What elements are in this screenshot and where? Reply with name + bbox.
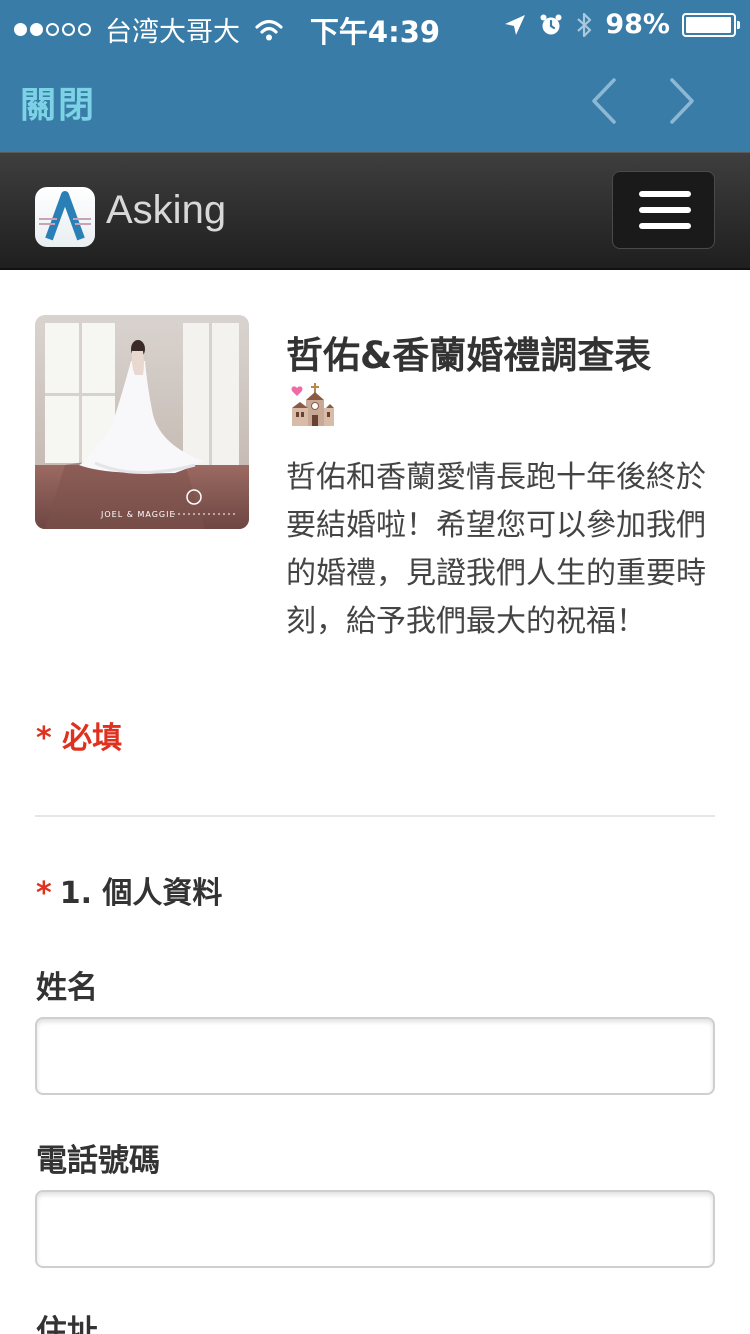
divider <box>35 815 715 817</box>
battery-percent: 98% <box>605 9 670 40</box>
wedding-church-icon <box>291 383 334 426</box>
browser-nav-row: 關閉 <box>0 52 750 152</box>
back-arrow-icon[interactable] <box>584 76 624 126</box>
location-arrow-icon <box>505 14 526 35</box>
close-button[interactable]: 關閉 <box>20 76 96 128</box>
field-label-phone: 電話號碼 <box>36 1143 160 1179</box>
alarm-icon <box>540 14 562 34</box>
name-input[interactable] <box>35 1017 715 1095</box>
field-label-name: 姓名 <box>36 970 98 1006</box>
survey-description: 哲佑和香蘭愛情長跑十年後終於要結婚啦！希望您可以參加我們的婚禮，見證我們人生的重… <box>286 460 706 639</box>
required-note: * 必填 <box>36 721 123 756</box>
asking-logo-icon <box>39 191 91 241</box>
forward-arrow-icon[interactable] <box>662 76 702 126</box>
status-bar: 台湾大哥大 下午4:39 98% <box>0 0 750 52</box>
survey-title: 哲佑&香蘭婚禮調查表 <box>286 334 652 377</box>
bluetooth-icon <box>577 12 592 37</box>
phone-input[interactable] <box>35 1190 715 1268</box>
cover-caption: JOEL & MAGGIE <box>100 510 176 519</box>
browser-top-bar: 台湾大哥大 下午4:39 98% 關閉 <box>0 0 750 152</box>
question-label: 1. 個人資料 <box>59 876 223 911</box>
battery-icon <box>682 12 740 37</box>
asking-logo[interactable] <box>35 187 95 247</box>
survey-cover-image: JOEL & MAGGIE <box>35 315 249 529</box>
hamburger-menu-button[interactable] <box>612 171 715 249</box>
brand-name[interactable]: Asking <box>106 188 226 233</box>
required-star: * <box>36 876 52 911</box>
question-title: * 1. 個人資料 <box>36 868 222 912</box>
app-header: Asking <box>0 152 750 270</box>
field-label-address: 住址 <box>36 1314 98 1334</box>
